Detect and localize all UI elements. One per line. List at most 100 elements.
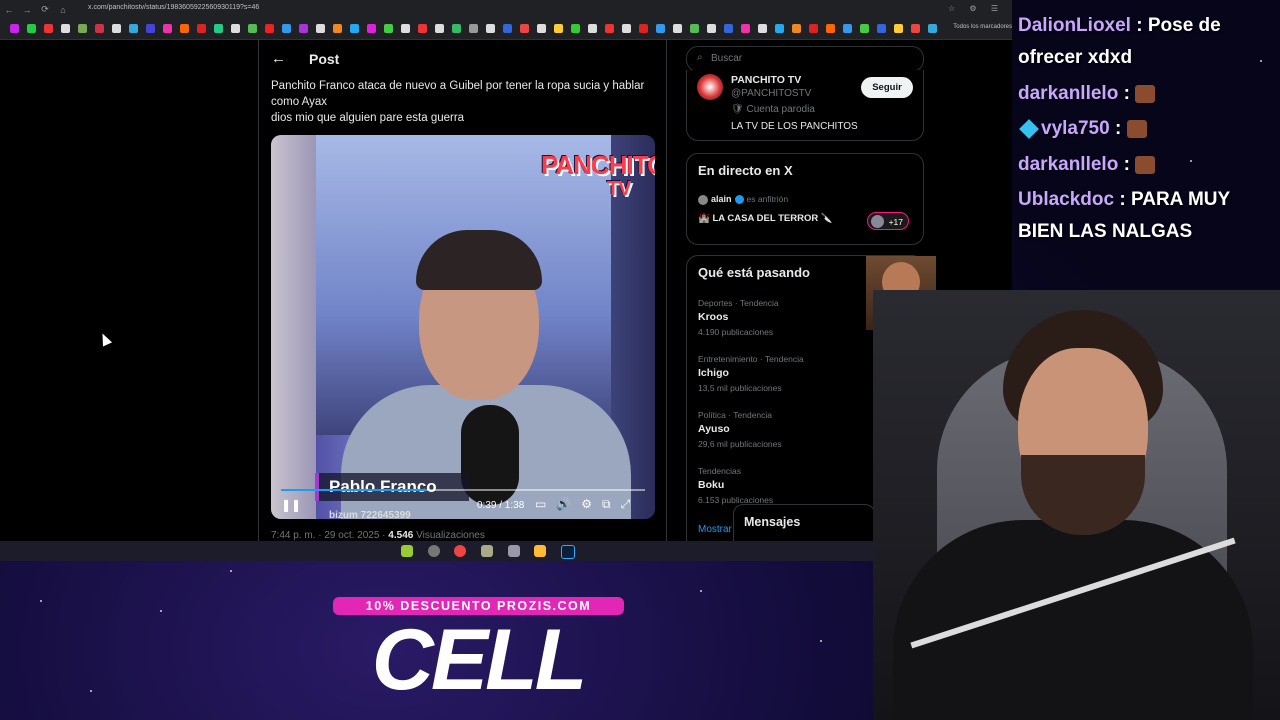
bookmark-icon[interactable] [214, 24, 223, 33]
verified-icon [734, 195, 744, 205]
trend-name: Ichigo [698, 367, 729, 379]
bookmark-icon[interactable] [588, 24, 597, 33]
back-arrow-icon[interactable]: ← [271, 50, 286, 67]
taskbar-app-icon[interactable] [508, 545, 520, 557]
bookmark-icon[interactable] [486, 24, 495, 33]
bookmark-icon[interactable] [10, 24, 19, 33]
taskbar-app-icon[interactable] [401, 545, 413, 557]
reload-icon[interactable]: ⟳ [36, 4, 54, 15]
profile-name[interactable]: PANCHITO TV [731, 74, 801, 86]
trend-item[interactable]: Deportes · Tendencia Kroos 4.190 publica… [698, 298, 779, 337]
video-time: 0:39 / 1:38 [477, 500, 525, 511]
chat-message: darkanllelo : [1018, 149, 1276, 181]
bookmark-icon[interactable] [367, 24, 376, 33]
video-progress-bar[interactable] [281, 489, 645, 491]
search-box[interactable]: ⌕ Buscar [686, 46, 924, 72]
bookmark-icon[interactable] [911, 24, 920, 33]
video-channel-logo: PANCHITO TV [541, 152, 655, 201]
back-arrow-icon[interactable]: ← [0, 5, 18, 15]
home-icon[interactable]: ⌂ [54, 5, 72, 15]
bookmark-icon[interactable] [265, 24, 274, 33]
forward-arrow-icon[interactable]: → [18, 5, 36, 15]
chat-message: vyla750 : [1018, 113, 1276, 145]
bookmark-icon[interactable] [877, 24, 886, 33]
bookmark-icon[interactable] [758, 24, 767, 33]
bookmark-icon[interactable] [554, 24, 563, 33]
post-timestamp[interactable]: 7:44 p. m. · 29 oct. 2025 · [271, 530, 388, 541]
bookmark-icon[interactable] [792, 24, 801, 33]
bookmark-icon[interactable] [741, 24, 750, 33]
trend-item[interactable]: Entretenimiento · Tendencia Ichigo 13,5 … [698, 354, 804, 393]
bookmark-icon[interactable] [197, 24, 206, 33]
bookmark-icon[interactable] [707, 24, 716, 33]
video-player[interactable]: PANCHITO TV Pablo Franco bizum 722645399… [271, 135, 655, 519]
bookmark-icon[interactable] [180, 24, 189, 33]
taskbar-app-icon[interactable] [428, 545, 440, 557]
stream-chat: DalionLioxel : Pose de ofrecer xdxd dark… [1012, 0, 1280, 290]
bookmark-icon[interactable] [27, 24, 36, 33]
space-title[interactable]: 🏰 LA CASA DEL TERROR 🔪 [698, 213, 833, 224]
video-control-icons[interactable]: ▭🔊⚙⧉⤢ [535, 497, 640, 512]
bookmark-icon[interactable] [894, 24, 903, 33]
bookmark-icon[interactable] [401, 24, 410, 33]
bookmark-icon[interactable] [843, 24, 852, 33]
bookmark-icon[interactable] [435, 24, 444, 33]
url-text[interactable]: x.com/panchitostv/status/198360592256093… [88, 4, 259, 11]
bookmark-icon[interactable] [622, 24, 631, 33]
bookmark-icon[interactable] [673, 24, 682, 33]
parody-text: Cuenta parodia [746, 104, 815, 115]
chat-message: DalionLioxel : Pose de ofrecer xdxd [1018, 10, 1276, 74]
browser-toolbar-icons[interactable]: ☆ ⚙ ☰ [948, 4, 1004, 13]
photoshop-icon[interactable] [561, 545, 575, 559]
bookmark-icon[interactable] [928, 24, 937, 33]
bookmark-icon[interactable] [384, 24, 393, 33]
bookmark-icon[interactable] [469, 24, 478, 33]
bookmark-icon[interactable] [333, 24, 342, 33]
bookmark-icon[interactable] [826, 24, 835, 33]
bookmark-icon[interactable] [129, 24, 138, 33]
bookmark-icon[interactable] [350, 24, 359, 33]
bookmark-icon[interactable] [61, 24, 70, 33]
trend-item[interactable]: Política · Tendencia Ayuso 29,6 mil publ… [698, 410, 782, 449]
follow-button[interactable]: Seguir [861, 77, 913, 98]
bookmark-icon[interactable] [112, 24, 121, 33]
bookmark-icon[interactable] [503, 24, 512, 33]
chrome-icon[interactable] [454, 545, 466, 557]
bookmark-icon[interactable] [418, 24, 427, 33]
bookmark-icon[interactable] [571, 24, 580, 33]
bookmark-icon[interactable] [520, 24, 529, 33]
listeners-badge[interactable]: +17 [867, 212, 909, 230]
bookmark-icon[interactable] [724, 24, 733, 33]
bookmark-icon[interactable] [809, 24, 818, 33]
folder-icon[interactable] [534, 545, 546, 557]
bookmark-icon[interactable] [537, 24, 546, 33]
messages-drawer[interactable]: Mensajes [733, 504, 875, 541]
bookmark-icon[interactable] [690, 24, 699, 33]
trend-item[interactable]: Tendencias Boku 6.153 publicaciones [698, 466, 773, 505]
trend-category: Política · Tendencia [698, 410, 773, 420]
bookmark-icon[interactable] [656, 24, 665, 33]
all-bookmarks-folder[interactable]: Todos los marcadores [953, 24, 1012, 30]
bookmark-icon[interactable] [775, 24, 784, 33]
bookmark-icon[interactable] [78, 24, 87, 33]
bookmark-icon[interactable] [282, 24, 291, 33]
stream-brand-logo: CELL [371, 612, 588, 708]
bookmark-icon[interactable] [299, 24, 308, 33]
bookmark-icon[interactable] [316, 24, 325, 33]
taskbar-app-icon[interactable] [481, 545, 493, 557]
bookmark-icon[interactable] [860, 24, 869, 33]
bookmark-icon[interactable] [146, 24, 155, 33]
bookmark-icon[interactable] [44, 24, 53, 33]
avatar[interactable] [697, 74, 723, 100]
bookmark-icon[interactable] [452, 24, 461, 33]
bookmark-icon[interactable] [163, 24, 172, 33]
bookmark-icon[interactable] [605, 24, 614, 33]
parody-label: 🛡 Cuenta parodia [731, 104, 815, 115]
bookmark-icon[interactable] [231, 24, 240, 33]
live-host[interactable]: alain es anfitrión [698, 194, 788, 205]
pause-icon[interactable]: ❚❚ [281, 498, 301, 512]
bookmark-icon[interactable] [248, 24, 257, 33]
post-metadata: 7:44 p. m. · 29 oct. 2025 · 4.546 Visual… [271, 530, 485, 541]
bookmark-icon[interactable] [95, 24, 104, 33]
bookmark-icon[interactable] [639, 24, 648, 33]
